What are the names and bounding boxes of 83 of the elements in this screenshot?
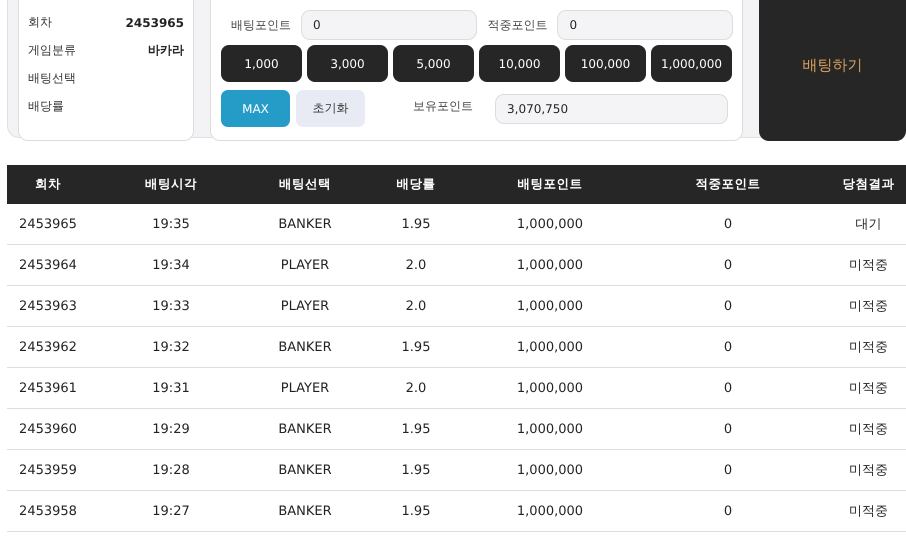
table-cell: 19:34 (89, 244, 253, 286)
point-field[interactable]: 3,070,750 (495, 94, 728, 124)
table-cell: 19:29 (89, 408, 253, 450)
table-cell: 1,000,000 (475, 490, 625, 532)
table-cell: 2453959 (7, 450, 89, 490)
point-field[interactable]: 0 (301, 10, 478, 40)
table-cell: BANKER (253, 408, 357, 450)
table-cell: 미적중 (831, 490, 906, 532)
table-cell: 1,000,000 (475, 368, 625, 408)
table-cell: 미적중 (831, 450, 906, 490)
table-cell: 0 (625, 204, 831, 244)
table-cell: 1.95 (357, 326, 475, 368)
table-cell: 2453965 (7, 204, 89, 244)
amount-button[interactable]: 100,000 (565, 45, 646, 82)
amount-button[interactable]: 1,000 (221, 45, 302, 82)
amount-button[interactable]: 10,000 (479, 45, 560, 82)
table-cell: PLAYER (253, 244, 357, 286)
table-cell: 0 (625, 368, 831, 408)
table-cell: 1.95 (357, 490, 475, 532)
table-cell: 2.0 (357, 286, 475, 326)
table-cell: 1.95 (357, 450, 475, 490)
table-cell: 2453963 (7, 286, 89, 326)
info-value: 바카라 (148, 42, 184, 59)
table-cell: 19:27 (89, 490, 253, 532)
table-cell: BANKER (253, 326, 357, 368)
table-cell: 대기 (831, 204, 906, 244)
table-cell: 2453961 (7, 368, 89, 408)
table-cell: 2453958 (7, 490, 89, 532)
table-cell: 1,000,000 (475, 408, 625, 450)
table-cell: 1.95 (357, 204, 475, 244)
table-cell: 1,000,000 (475, 204, 625, 244)
table-cell: 19:28 (89, 450, 253, 490)
column-header: 배팅포인트 (475, 165, 625, 204)
table-cell: 0 (625, 326, 831, 368)
info-label: 게임분류 (28, 42, 76, 59)
table-cell: 2453964 (7, 244, 89, 286)
amount-button[interactable]: 5,000 (393, 45, 474, 82)
table-cell: 2453960 (7, 408, 89, 450)
info-label: 배당률 (28, 98, 64, 115)
column-header: 적중포인트 (625, 165, 831, 204)
table-cell: 미적중 (831, 368, 906, 408)
table-cell: 0 (625, 408, 831, 450)
point-field[interactable]: 0 (557, 10, 733, 40)
amount-button[interactable]: 1,000,000 (651, 45, 732, 82)
column-header: 당첨결과 (831, 165, 906, 204)
table-cell: 0 (625, 450, 831, 490)
amount-button[interactable]: 3,000 (307, 45, 388, 82)
table-cell: 미적중 (831, 244, 906, 286)
table-cell: 2453962 (7, 326, 89, 368)
table-cell: 1.95 (357, 408, 475, 450)
table-cell: BANKER (253, 204, 357, 244)
bet-button[interactable]: 배팅하기 (759, 0, 906, 141)
table-cell: 19:32 (89, 326, 253, 368)
table-cell: 0 (625, 286, 831, 326)
table-cell: PLAYER (253, 286, 357, 326)
info-label: 배팅선택 (28, 70, 76, 87)
table-cell: 2.0 (357, 244, 475, 286)
column-header: 회차 (7, 165, 89, 204)
table-cell: BANKER (253, 490, 357, 532)
column-header: 배팅시각 (89, 165, 253, 204)
info-label: 회차 (28, 14, 52, 31)
table-cell: PLAYER (253, 368, 357, 408)
table-cell: 미적중 (831, 408, 906, 450)
table-cell: 2.0 (357, 368, 475, 408)
table-cell: 0 (625, 244, 831, 286)
field-label: 적중포인트 (487, 16, 548, 34)
table-cell: BANKER (253, 450, 357, 490)
table-cell: 19:31 (89, 368, 253, 408)
reset-button[interactable]: 초기화 (296, 90, 365, 127)
info-value: 2453965 (126, 16, 184, 30)
table-cell: 1,000,000 (475, 286, 625, 326)
column-header: 배당률 (357, 165, 475, 204)
table-cell: 19:35 (89, 204, 253, 244)
table-cell: 1,000,000 (475, 244, 625, 286)
table-cell: 1,000,000 (475, 450, 625, 490)
table-cell: 19:33 (89, 286, 253, 326)
field-label: 보유포인트 (413, 98, 473, 115)
column-header: 배팅선택 (253, 165, 357, 204)
table-cell: 0 (625, 490, 831, 532)
table-cell: 1,000,000 (475, 326, 625, 368)
table-cell: 미적중 (831, 326, 906, 368)
table-cell: 미적중 (831, 286, 906, 326)
field-label: 배팅포인트 (231, 16, 291, 34)
